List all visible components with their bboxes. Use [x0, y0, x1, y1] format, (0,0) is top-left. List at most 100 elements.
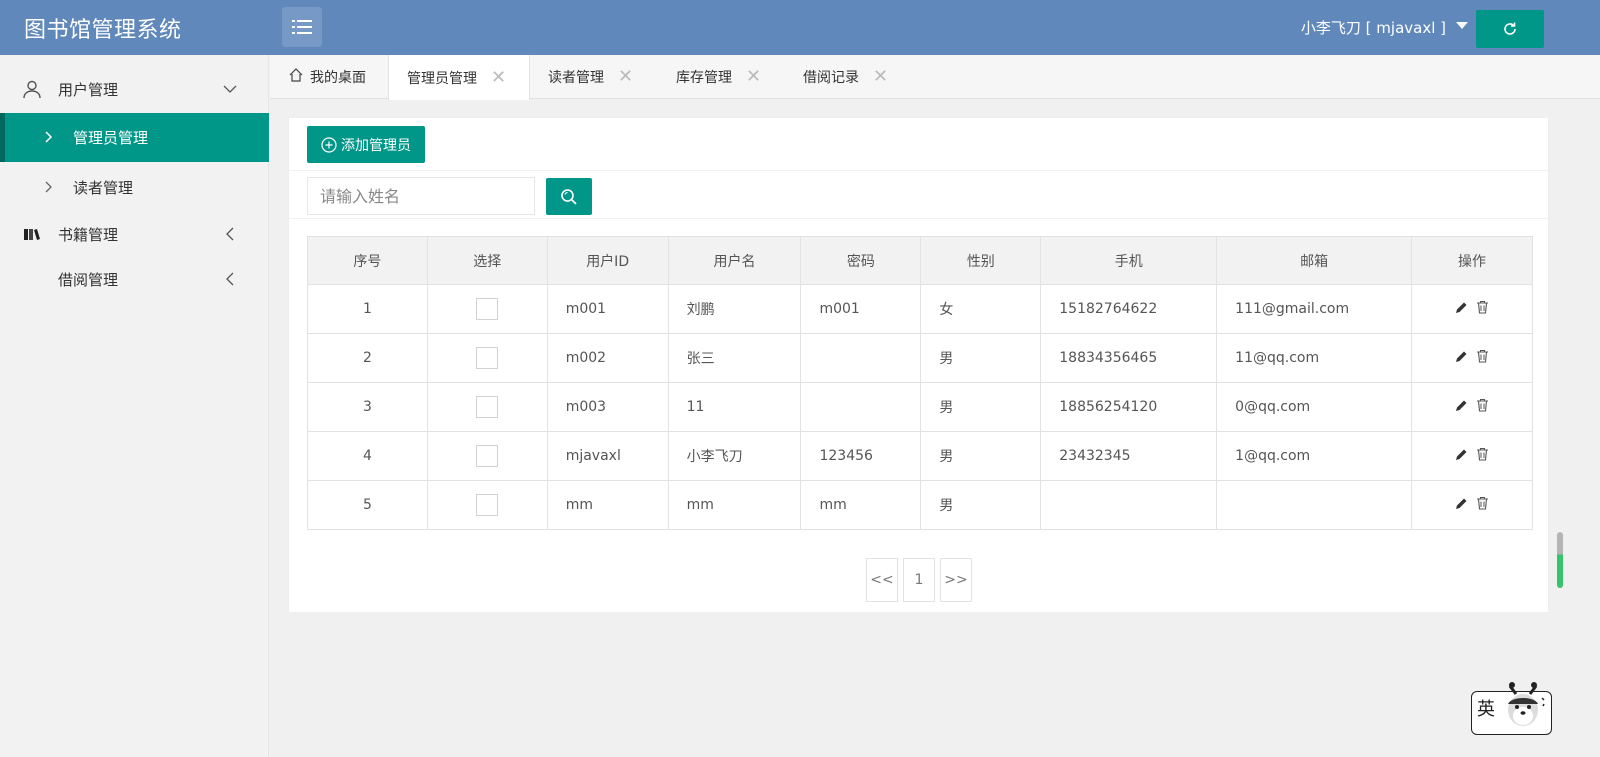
sidebar-group-label: 借阅管理	[58, 270, 119, 289]
user-id-cell: m002	[546, 333, 669, 383]
sidebar-group-label: 用户管理	[58, 80, 119, 99]
username-cell: 张三	[667, 333, 802, 383]
password-cell: 123456	[800, 431, 922, 481]
phone-cell: 15182764622	[1040, 284, 1218, 334]
edit-icon[interactable]	[1455, 448, 1468, 461]
user-menu[interactable]: 小李飞刀 [ mjavaxl ]	[1301, 17, 1468, 38]
chevron-left-icon	[226, 272, 234, 286]
column-header: 手机	[1040, 236, 1218, 285]
name-search-input[interactable]	[307, 177, 535, 215]
email-cell: 1@qq.com	[1216, 431, 1413, 481]
books-icon	[24, 229, 40, 240]
delete-icon[interactable]	[1476, 300, 1489, 314]
user-icon	[23, 80, 41, 99]
menu-toggle-button[interactable]	[282, 7, 322, 47]
password-cell: m001	[800, 284, 922, 334]
row-select-cell	[426, 284, 548, 334]
gender-cell: 男	[920, 333, 1042, 383]
column-header: 用户名	[667, 236, 802, 285]
sidebar-group-books[interactable]: 书籍管理	[0, 211, 269, 257]
next-page-button[interactable]: >>	[940, 558, 972, 602]
delete-icon[interactable]	[1476, 349, 1489, 363]
column-header: 操作	[1411, 236, 1533, 285]
row-checkbox[interactable]	[476, 494, 499, 516]
tab-inventory-management[interactable]: 库存管理 ✕	[676, 55, 788, 99]
row-index: 4	[307, 431, 428, 481]
search-button[interactable]	[546, 178, 592, 215]
sidebar-item-reader-management[interactable]: 读者管理	[0, 163, 269, 212]
gender-cell: 男	[920, 382, 1042, 432]
column-header: 性别	[920, 236, 1042, 285]
tab-label: 读者管理	[548, 70, 604, 86]
chevron-down-icon	[223, 85, 237, 93]
user-id-cell: m003	[546, 382, 669, 432]
plus-circle-icon	[321, 136, 337, 153]
close-icon[interactable]: ✕	[491, 68, 506, 87]
edit-icon[interactable]	[1455, 497, 1468, 510]
edit-icon[interactable]	[1455, 301, 1468, 314]
phone-cell: 23432345	[1040, 431, 1218, 481]
admin-table: 序号 选择 用户ID 用户名 密码 性别 手机 邮箱 操作 1 m001 刘鹏 …	[307, 236, 1533, 530]
sidebar-item-admin-management[interactable]: 管理员管理	[0, 113, 269, 162]
sidebar-group-users[interactable]: 用户管理	[0, 66, 269, 112]
edit-icon[interactable]	[1455, 350, 1468, 363]
sidebar-item-label: 管理员管理	[73, 129, 149, 147]
add-admin-label: 添加管理员	[341, 137, 411, 154]
tab-borrow-records[interactable]: 借阅记录 ✕	[803, 55, 915, 99]
search-icon	[561, 188, 577, 205]
tab-reader-management[interactable]: 读者管理 ✕	[548, 55, 660, 99]
sidebar-group-borrow[interactable]: 借阅管理	[0, 256, 269, 302]
content-panel: 添加管理员 序号 选择 用户ID 用户名 密码 性别	[288, 117, 1550, 613]
username-cell: 11	[667, 382, 802, 432]
email-cell: 11@qq.com	[1216, 333, 1413, 383]
refresh-button[interactable]	[1476, 10, 1544, 48]
tab-label: 库存管理	[676, 70, 732, 86]
close-icon[interactable]: ✕	[873, 68, 888, 86]
sidebar-group-label: 书籍管理	[58, 225, 119, 244]
tab-home[interactable]: 我的桌面	[288, 55, 388, 99]
close-icon[interactable]: ✕	[746, 68, 761, 86]
close-icon[interactable]: ✕	[618, 68, 633, 86]
ime-mode-label: 英	[1477, 699, 1495, 720]
delete-icon[interactable]	[1476, 496, 1489, 510]
table-row: 2 m002 张三 男 18834356465 11@qq.com	[307, 333, 1533, 383]
tab-label: 我的桌面	[310, 70, 366, 86]
home-icon	[289, 68, 303, 82]
ime-widget[interactable]: 英	[1471, 682, 1552, 735]
caret-down-icon	[1456, 22, 1468, 29]
table-row: 3 m003 11 男 18856254120 0@qq.com	[307, 382, 1533, 432]
actions-cell	[1411, 382, 1533, 432]
gender-cell: 女	[920, 284, 1042, 334]
username-cell: 刘鹏	[667, 284, 802, 334]
row-checkbox[interactable]	[476, 347, 499, 369]
delete-icon[interactable]	[1476, 447, 1489, 461]
edit-icon[interactable]	[1455, 399, 1468, 412]
actions-cell	[1411, 333, 1533, 383]
table-header-row: 序号 选择 用户ID 用户名 密码 性别 手机 邮箱 操作	[307, 236, 1533, 285]
password-cell: mm	[800, 480, 922, 530]
tab-admin-management[interactable]: 管理员管理 ✕	[388, 55, 530, 100]
delete-icon[interactable]	[1476, 398, 1489, 412]
actions-cell	[1411, 284, 1533, 334]
table-row: 5 mm mm mm 男	[307, 480, 1533, 530]
column-header: 用户ID	[546, 236, 669, 285]
row-select-cell	[426, 431, 548, 481]
phone-cell: 18834356465	[1040, 333, 1218, 383]
username-cell: mm	[667, 480, 802, 530]
app-title: 图书馆管理系统	[24, 18, 182, 43]
actions-cell	[1411, 480, 1533, 530]
email-cell: 111@gmail.com	[1216, 284, 1413, 334]
row-checkbox[interactable]	[476, 445, 499, 467]
prev-page-button[interactable]: <<	[866, 558, 898, 602]
row-checkbox[interactable]	[476, 396, 499, 418]
tab-label: 管理员管理	[407, 70, 477, 87]
user-id-cell: mjavaxl	[546, 431, 669, 481]
scroll-indicator[interactable]	[1557, 532, 1563, 588]
add-admin-button[interactable]: 添加管理员	[307, 126, 425, 163]
list-icon	[292, 20, 312, 34]
row-index: 2	[307, 333, 428, 383]
page-number-button[interactable]: 1	[903, 558, 935, 602]
user-display-name: 小李飞刀 [ mjavaxl ]	[1300, 19, 1446, 37]
row-checkbox[interactable]	[476, 298, 499, 320]
table-row: 4 mjavaxl 小李飞刀 123456 男 23432345 1@qq.co…	[307, 431, 1533, 481]
